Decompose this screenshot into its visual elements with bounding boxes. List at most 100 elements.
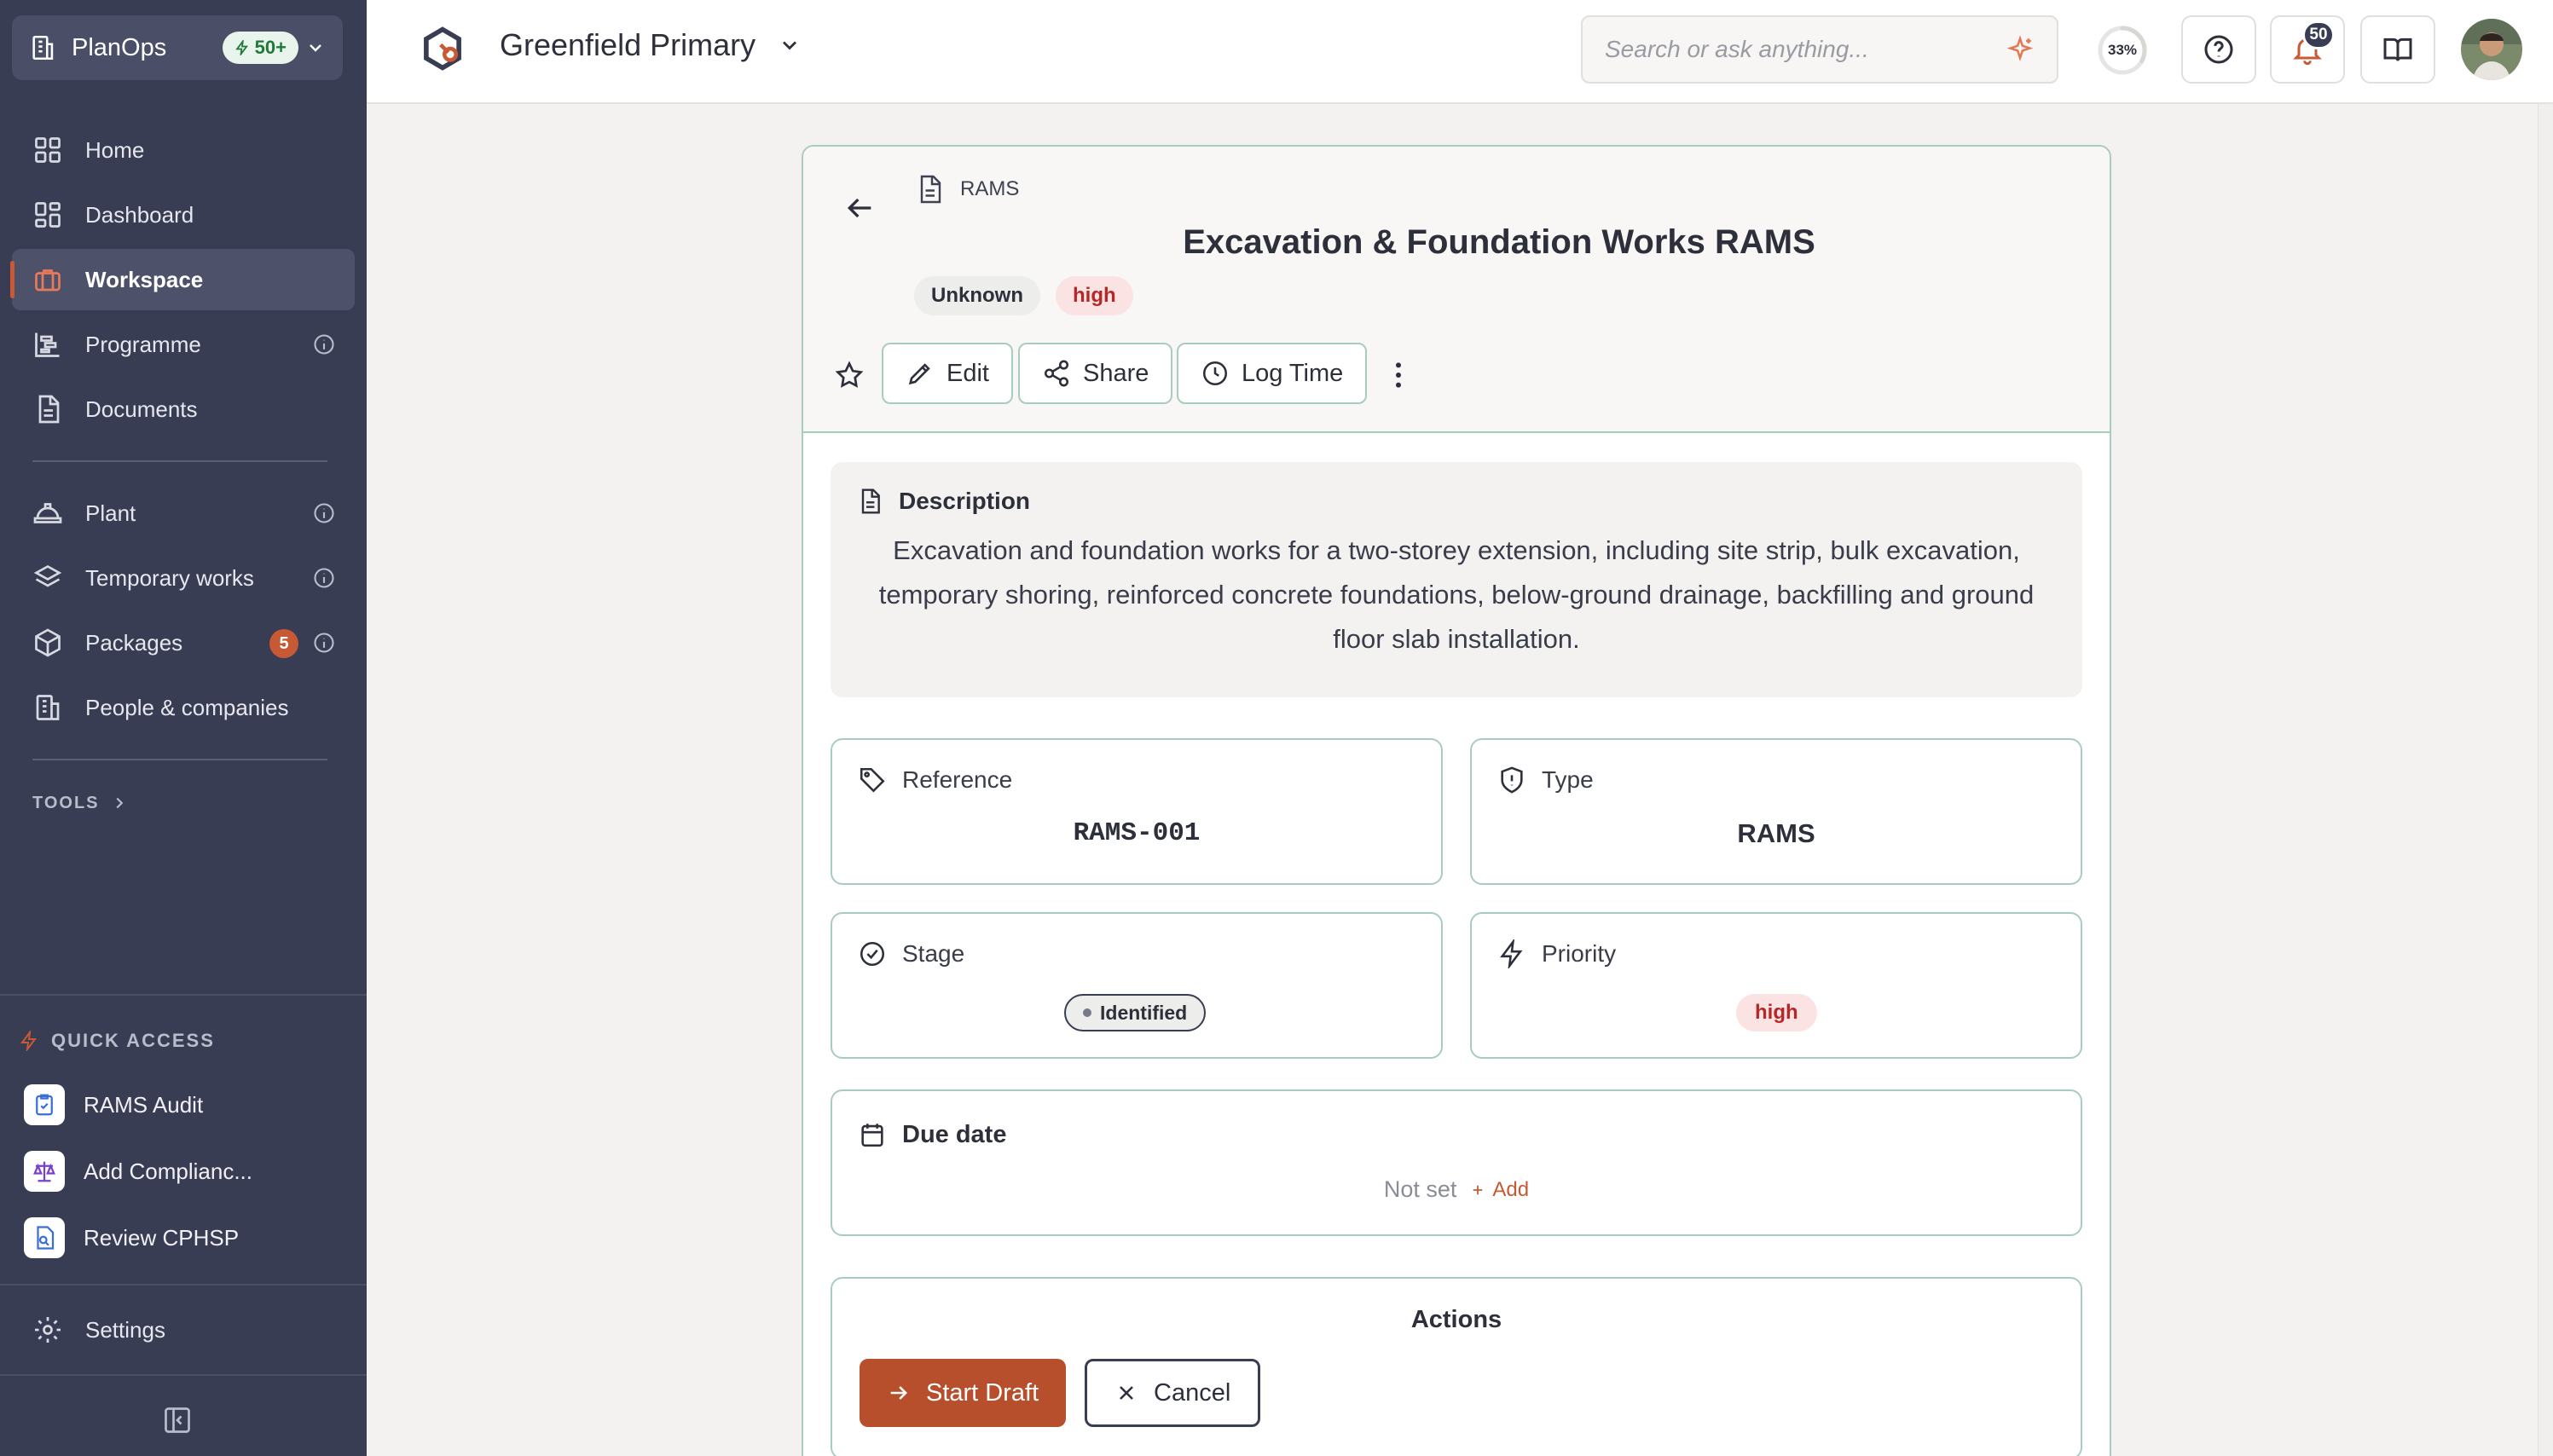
back-arrow-icon[interactable] — [842, 191, 877, 225]
description-label: Description — [899, 488, 1031, 514]
priority-heading: Priority — [1497, 939, 1616, 968]
project-switcher[interactable]: Greenfield Primary — [500, 27, 802, 63]
nav-plant[interactable]: Plant — [12, 482, 355, 544]
log-time-button[interactable]: Log Time — [1177, 343, 1368, 404]
tools-label: TOOLS — [32, 793, 100, 812]
building-icon — [36, 695, 60, 720]
nav-label: People & companies — [85, 694, 289, 720]
stage-field: Stage Identified — [831, 912, 1443, 1059]
nav-packages[interactable]: Packages 5 — [12, 612, 355, 673]
add-due-date-link[interactable]: Add — [1470, 1178, 1529, 1202]
type-field: Type RAMS — [1470, 738, 2082, 885]
quick-access-review-cphsp[interactable]: Review CPHSP — [24, 1212, 348, 1263]
nav-temporary-works[interactable]: Temporary works — [12, 547, 355, 609]
priority-label: Priority — [1542, 940, 1617, 967]
record-header: RAMS Excavation & Foundation Works RAMS … — [803, 147, 2110, 433]
building-icon — [32, 35, 54, 61]
hardhat-icon — [33, 503, 62, 523]
docs-button[interactable] — [2360, 15, 2435, 84]
settings-link[interactable]: Settings — [32, 1309, 165, 1350]
info-icon[interactable] — [312, 631, 336, 655]
gantt-icon — [35, 332, 60, 357]
nav-label: Dashboard — [85, 201, 194, 228]
description-text: Excavation and foundation works for a tw… — [878, 535, 2035, 654]
nav-label: Plant — [85, 500, 136, 526]
record-card: RAMS Excavation & Foundation Works RAMS … — [802, 145, 2111, 1456]
quick-access-add-compliance[interactable]: Add Complianc... — [24, 1146, 348, 1197]
avatar[interactable] — [2461, 19, 2522, 80]
page-scrollbar[interactable] — [2538, 104, 2553, 1456]
notifications-button[interactable]: 50 — [2270, 15, 2345, 84]
chevron-down-icon — [310, 44, 321, 52]
breadcrumb[interactable]: RAMS — [914, 174, 1019, 205]
cancel-button[interactable]: Cancel — [1085, 1359, 1261, 1427]
clock-icon — [1202, 361, 1228, 386]
reference-field: Reference RAMS-001 — [831, 738, 1443, 885]
search-bar[interactable] — [1581, 15, 2058, 84]
help-button[interactable] — [2181, 15, 2256, 84]
info-icon[interactable] — [312, 332, 336, 356]
breadcrumb-label: RAMS — [960, 177, 1020, 200]
nav-programme[interactable]: Programme — [12, 314, 355, 375]
due-date-value: Not set — [1383, 1176, 1457, 1202]
user-avatar-icon — [2461, 19, 2522, 80]
due-date-label: Due date — [902, 1120, 1007, 1148]
project-name: Greenfield Primary — [500, 27, 756, 62]
cancel-label: Cancel — [1154, 1378, 1231, 1407]
start-draft-button[interactable]: Start Draft — [860, 1359, 1067, 1427]
briefcase-icon — [35, 269, 61, 292]
status-dot — [1083, 1008, 1091, 1017]
edit-button[interactable]: Edit — [882, 343, 1013, 404]
search-input[interactable] — [1605, 36, 2006, 63]
shield-alert-icon — [1501, 766, 1523, 794]
stage-value: Identified — [1100, 1001, 1188, 1024]
dashboard-icon — [35, 202, 61, 228]
due-date-heading: Due date — [858, 1120, 1006, 1149]
nav-workspace[interactable]: Workspace — [10, 249, 355, 310]
app-logo-icon[interactable] — [420, 26, 466, 72]
reference-value: RAMS-001 — [1073, 818, 1201, 848]
priority-value-badge[interactable]: high — [1736, 994, 1817, 1031]
reference-heading: Reference — [858, 766, 1012, 794]
priority-field: Priority high — [1470, 912, 2082, 1059]
type-label: Type — [1542, 766, 1594, 793]
layers-icon — [33, 564, 62, 587]
quick-access-label: QUICK ACCESS — [51, 1030, 215, 1051]
quick-access-rams-audit[interactable]: RAMS Audit — [24, 1079, 348, 1130]
nav-dashboard[interactable]: Dashboard — [12, 184, 355, 246]
nav-home[interactable]: Home — [12, 119, 355, 181]
org-badge: 50+ — [222, 32, 298, 64]
arrow-right-icon — [890, 1386, 907, 1400]
book-icon — [2383, 38, 2412, 61]
nav-people-companies[interactable]: People & companies — [12, 677, 355, 738]
info-icon[interactable] — [312, 501, 336, 525]
document-icon — [861, 488, 880, 514]
document-icon — [38, 395, 60, 424]
divider — [0, 1284, 367, 1286]
more-vertical-icon[interactable] — [1381, 358, 1415, 392]
stage-label: Stage — [902, 940, 965, 967]
org-switcher[interactable]: PlanOps 50+ — [12, 15, 343, 80]
actions-panel: Actions Start Draft Cancel — [831, 1277, 2082, 1456]
notifications-count: 50 — [2302, 20, 2335, 49]
edit-label: Edit — [947, 359, 989, 387]
pencil-icon — [908, 363, 930, 385]
star-icon[interactable] — [834, 360, 865, 390]
close-icon — [1120, 1386, 1133, 1400]
stage-badge[interactable]: Identified — [1064, 994, 1207, 1031]
plus-icon — [1473, 1185, 1483, 1194]
type-heading: Type — [1497, 766, 1594, 794]
info-icon[interactable] — [312, 566, 336, 590]
check-circle-icon — [860, 941, 885, 967]
share-button[interactable]: Share — [1018, 343, 1173, 404]
add-label: Add — [1492, 1177, 1530, 1201]
sidebar-collapse-icon[interactable] — [162, 1405, 193, 1436]
status-badge: Unknown — [914, 276, 1040, 315]
help-icon — [2204, 35, 2233, 64]
nav-documents[interactable]: Documents — [12, 378, 355, 440]
nav-label: Workspace — [85, 266, 204, 292]
tools-toggle[interactable]: TOOLS — [0, 781, 367, 825]
document-icon — [920, 175, 941, 204]
stage-heading: Stage — [858, 939, 964, 968]
sparkle-icon[interactable] — [2006, 35, 2035, 64]
